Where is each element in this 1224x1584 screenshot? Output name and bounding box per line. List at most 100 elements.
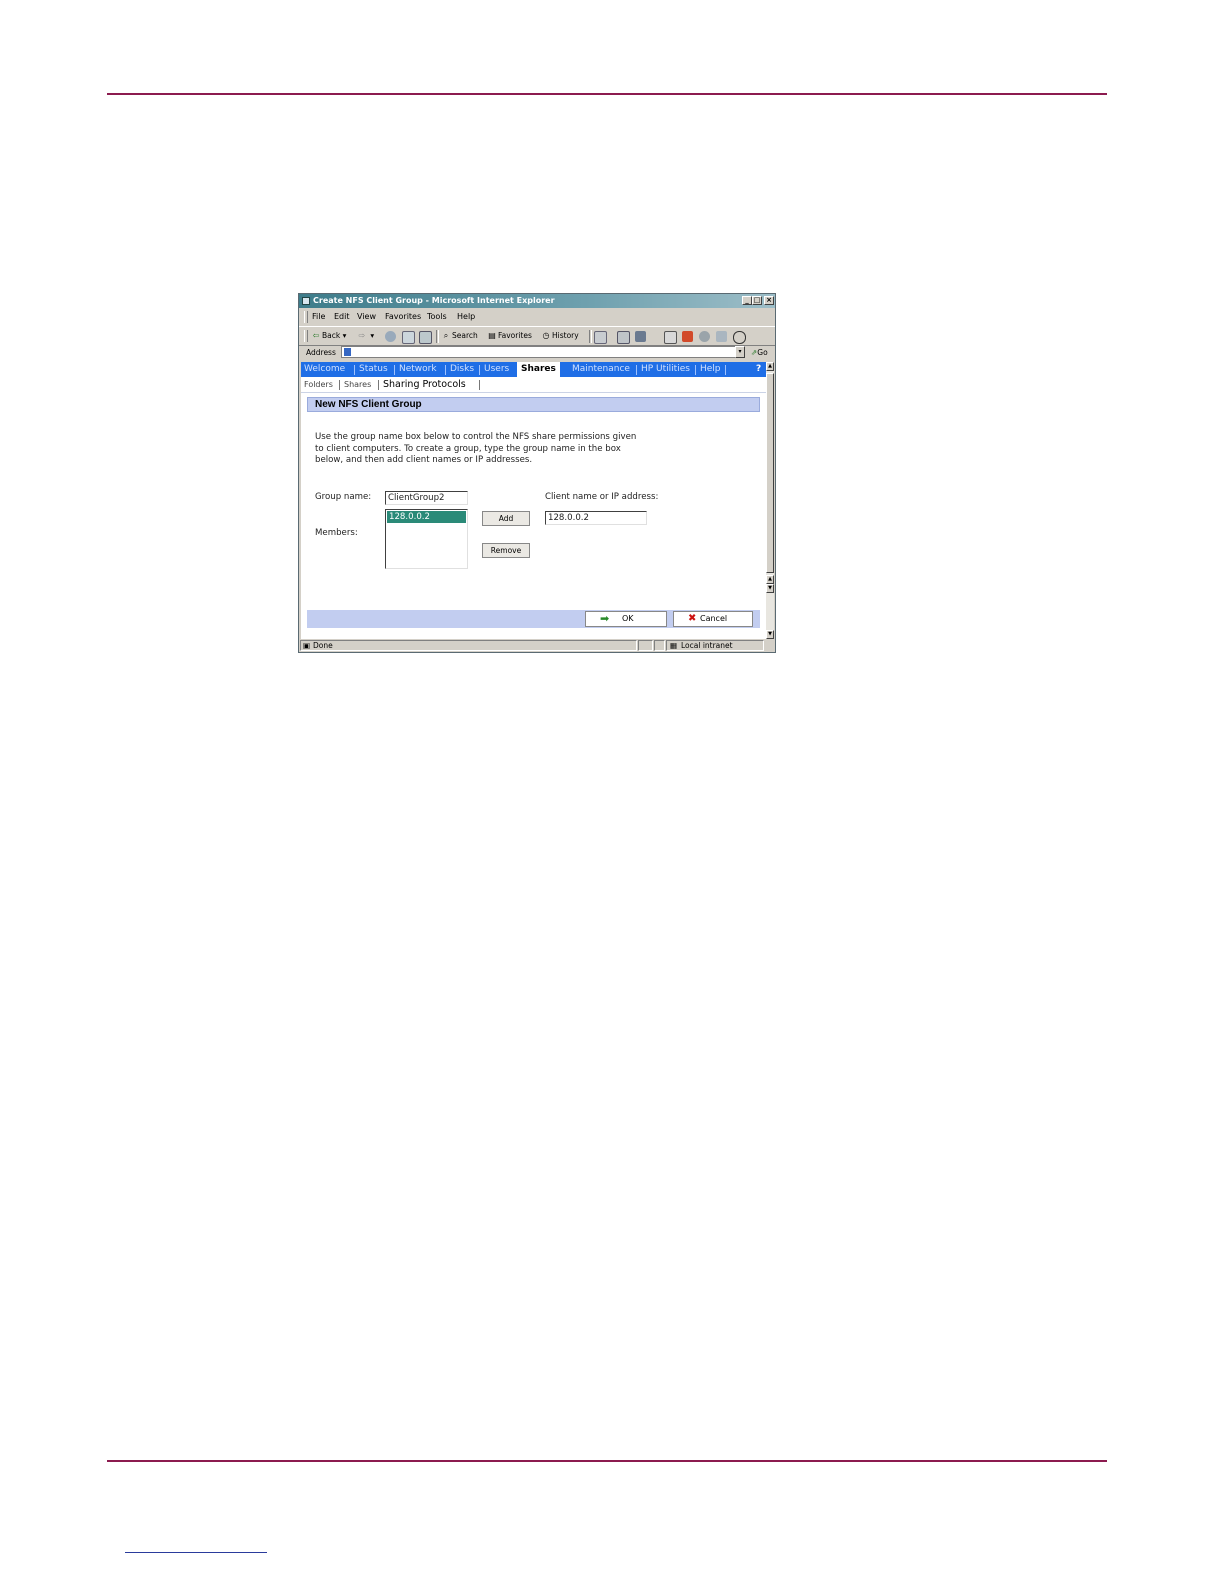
menu-favorites[interactable]: Favorites bbox=[385, 312, 421, 321]
nav-separator bbox=[394, 365, 395, 375]
status-done-icon: ▣ bbox=[303, 641, 311, 650]
scroll-thumb[interactable] bbox=[766, 373, 774, 573]
status-cell-progress bbox=[638, 640, 653, 651]
search-button[interactable]: ⌕ Search bbox=[441, 330, 478, 342]
toolbar-separator bbox=[589, 330, 592, 343]
page-header-rule bbox=[107, 93, 1107, 95]
member-item[interactable]: 128.0.0.2 bbox=[387, 511, 466, 523]
intro-line: below, and then add client names or IP a… bbox=[315, 455, 533, 465]
tab-hp-utilities[interactable]: HP Utilities bbox=[641, 364, 690, 374]
status-cell-secure bbox=[654, 640, 665, 651]
help-icon[interactable]: ? bbox=[756, 364, 761, 374]
group-name-label: Group name: bbox=[315, 492, 372, 502]
vertical-scrollbar[interactable]: ▲ ▲ ▼ ▼ bbox=[766, 362, 774, 639]
status-cell-main bbox=[300, 640, 637, 651]
ok-button[interactable]: ➡ OK bbox=[585, 611, 667, 627]
history-button[interactable]: ◷ History bbox=[541, 330, 579, 342]
search-label: Search bbox=[452, 331, 478, 340]
tab-status[interactable]: Status bbox=[359, 364, 388, 374]
nav-separator bbox=[636, 365, 637, 375]
address-bar: Address ▾ ⇗Go bbox=[299, 345, 775, 360]
nav-separator bbox=[695, 365, 696, 375]
client-name-label: Client name or IP address: bbox=[545, 492, 659, 502]
subtab-sharing-protocols[interactable]: Sharing Protocols bbox=[383, 379, 466, 390]
nav-separator bbox=[725, 365, 726, 375]
minimize-button[interactable]: _ bbox=[742, 296, 752, 305]
menu-help[interactable]: Help bbox=[457, 312, 475, 321]
favorites-icon: ▤ bbox=[488, 331, 496, 340]
back-arrow-icon: ⇦ bbox=[312, 331, 320, 340]
dialog-footer: ➡ OK ✖ Cancel bbox=[307, 610, 760, 628]
nav-separator bbox=[445, 365, 446, 375]
panel-title: New NFS Client Group bbox=[307, 397, 760, 412]
go-button[interactable]: ⇗Go bbox=[751, 348, 768, 357]
mail-icon[interactable] bbox=[594, 331, 607, 344]
subnav-separator bbox=[339, 380, 340, 390]
cancel-label: Cancel bbox=[700, 614, 728, 623]
members-listbox[interactable]: 128.0.0.2 bbox=[385, 509, 468, 569]
client-name-input[interactable]: 128.0.0.2 bbox=[545, 511, 647, 525]
media-icon[interactable] bbox=[682, 331, 693, 342]
print-icon[interactable] bbox=[617, 331, 630, 344]
discuss-icon[interactable] bbox=[664, 331, 677, 344]
address-input[interactable] bbox=[341, 346, 745, 358]
members-label: Members: bbox=[315, 528, 358, 538]
forward-arrow-icon: ⇨ bbox=[358, 331, 366, 340]
scroll-page-down-icon[interactable]: ▼ bbox=[766, 584, 774, 593]
zone-text: Local intranet bbox=[681, 641, 733, 650]
main-nav: Welcome Status Network Disks Users Share… bbox=[301, 362, 766, 377]
back-button[interactable]: ⇦ Back ▾ bbox=[311, 330, 347, 342]
subtab-folders[interactable]: Folders bbox=[304, 380, 333, 389]
ok-arrow-icon: ➡ bbox=[600, 612, 610, 625]
nav-separator bbox=[479, 365, 480, 375]
favorites-button[interactable]: ▤ Favorites bbox=[487, 330, 532, 342]
page-content: Welcome Status Network Disks Users Share… bbox=[301, 362, 766, 639]
menu-edit[interactable]: Edit bbox=[334, 312, 350, 321]
page-footer-rule bbox=[107, 1460, 1107, 1462]
intro-line: Use the group name box below to control … bbox=[315, 432, 637, 442]
subnav-separator bbox=[378, 380, 379, 390]
search-icon: ⌕ bbox=[443, 331, 449, 340]
menu-tools[interactable]: Tools bbox=[427, 312, 447, 321]
zone-icon: ▦ bbox=[670, 641, 678, 650]
add-button[interactable]: Add bbox=[482, 511, 530, 526]
intro-line: to client computers. To create a group, … bbox=[315, 443, 621, 454]
tab-help[interactable]: Help bbox=[700, 364, 721, 374]
user-icon[interactable] bbox=[733, 331, 746, 344]
tab-network[interactable]: Network bbox=[399, 364, 437, 374]
remove-button[interactable]: Remove bbox=[482, 543, 530, 558]
ok-label: OK bbox=[622, 614, 634, 623]
menu-view[interactable]: View bbox=[357, 312, 376, 321]
close-button[interactable]: × bbox=[764, 296, 774, 305]
address-dropdown-icon[interactable]: ▾ bbox=[735, 346, 745, 358]
window-title: Create NFS Client Group - Microsoft Inte… bbox=[313, 296, 555, 305]
toolbar-grip bbox=[304, 330, 308, 342]
go-label: Go bbox=[757, 348, 768, 357]
scroll-down-icon[interactable]: ▼ bbox=[766, 630, 774, 639]
research-icon[interactable] bbox=[716, 331, 727, 342]
history-icon: ◷ bbox=[542, 331, 550, 340]
edit-icon[interactable] bbox=[635, 331, 646, 342]
standard-toolbar: ⇦ Back ▾ ⇨ ▾ ⌕ Search ▤ Favorites ◷ History bbox=[299, 326, 775, 346]
tab-welcome[interactable]: Welcome bbox=[304, 364, 345, 374]
maximize-button[interactable]: □ bbox=[752, 296, 762, 305]
ie-icon bbox=[302, 297, 310, 305]
footer-link-underline bbox=[125, 1552, 267, 1553]
scroll-up-icon[interactable]: ▲ bbox=[766, 362, 774, 371]
menu-file[interactable]: File bbox=[312, 312, 325, 321]
tab-disks[interactable]: Disks bbox=[450, 364, 474, 374]
cancel-button[interactable]: ✖ Cancel bbox=[673, 611, 753, 627]
scroll-page-up-icon[interactable]: ▲ bbox=[766, 575, 774, 584]
tab-shares[interactable]: Shares bbox=[517, 362, 560, 377]
forward-button[interactable]: ⇨ ▾ bbox=[357, 330, 375, 342]
home-icon[interactable] bbox=[419, 331, 432, 344]
sub-nav: Folders Shares Sharing Protocols bbox=[301, 377, 766, 393]
stop-icon[interactable] bbox=[385, 331, 396, 342]
messenger-icon[interactable] bbox=[699, 331, 710, 342]
tab-users[interactable]: Users bbox=[484, 364, 509, 374]
group-name-input[interactable]: ClientGroup2 bbox=[385, 491, 468, 505]
subtab-shares[interactable]: Shares bbox=[344, 380, 371, 389]
refresh-icon[interactable] bbox=[402, 331, 415, 344]
page-icon bbox=[344, 348, 351, 356]
tab-maintenance[interactable]: Maintenance bbox=[572, 364, 630, 374]
